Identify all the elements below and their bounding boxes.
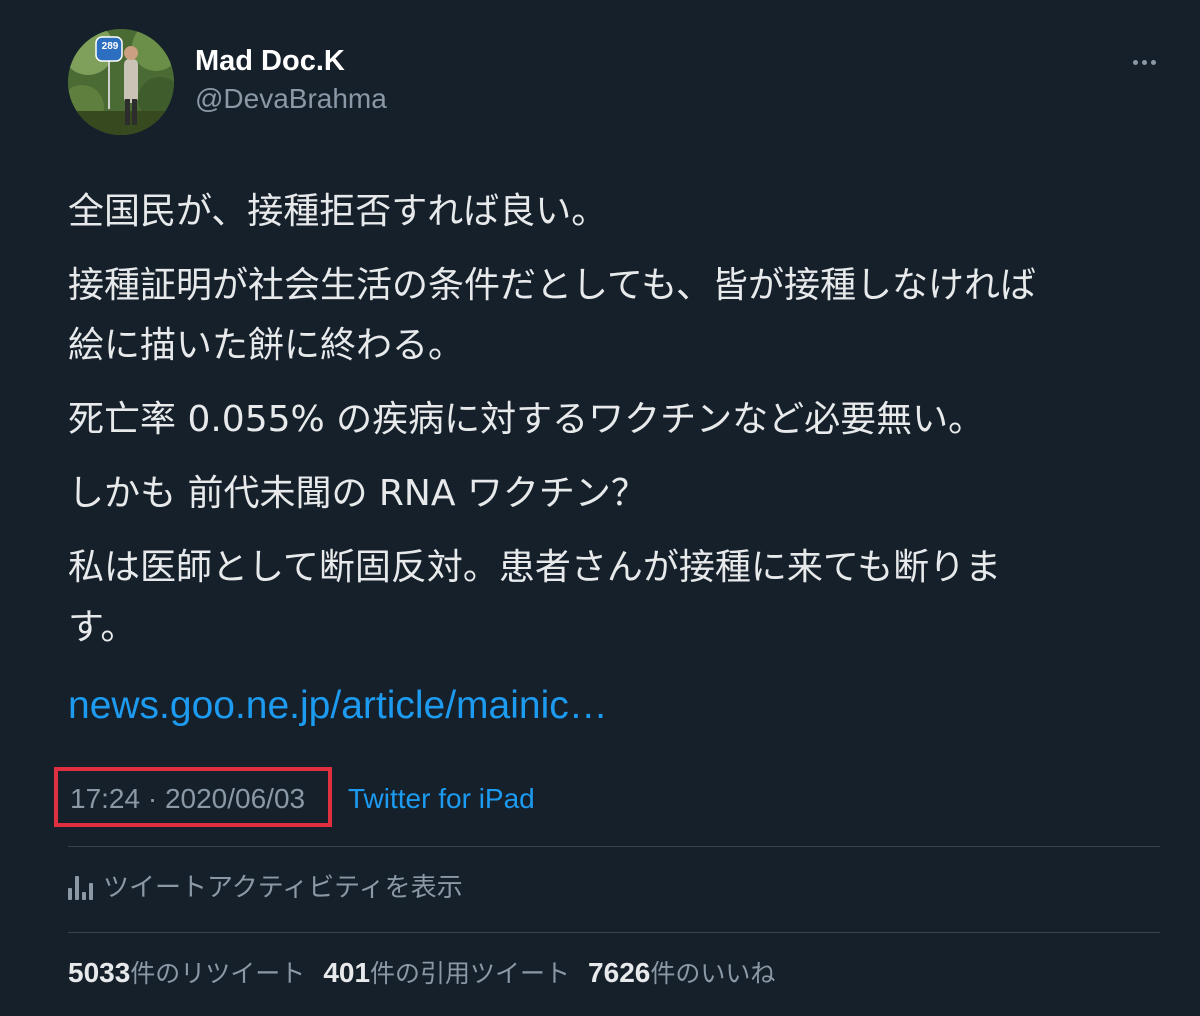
tweet-paragraph: 死亡率 0.055% の疾病に対するワクチンなど必要無い。 xyxy=(68,399,985,440)
divider xyxy=(68,846,1160,847)
quote-tweets-count: 401 xyxy=(323,957,371,988)
engagement-stats: 5033 件のリツイート 401 件の引用ツイート 7626 件のいいね xyxy=(68,954,793,990)
bar xyxy=(75,876,79,900)
more-dots-icon xyxy=(1132,59,1138,65)
article-link[interactable]: news.goo.ne.jp/article/mainic… xyxy=(68,680,608,732)
retweets-stat[interactable]: 5033 件のリツイート xyxy=(68,954,305,990)
avatar-sign-text: 289 xyxy=(101,41,119,52)
retweets-label: 件のリツイート xyxy=(130,959,306,988)
bar-chart-icon xyxy=(68,876,93,900)
likes-label: 件のいいね xyxy=(650,959,776,988)
author-display-name[interactable]: Mad Doc.K xyxy=(195,43,345,79)
more-options-button[interactable] xyxy=(1124,50,1164,74)
retweets-count: 5033 xyxy=(68,957,131,988)
author-handle[interactable]: @DevaBrahma xyxy=(195,82,387,116)
divider xyxy=(68,932,1160,933)
avatar[interactable]: 289 xyxy=(68,29,174,135)
tweet-source-link[interactable]: Twitter for iPad xyxy=(348,782,535,816)
likes-stat[interactable]: 7626 件のいいね xyxy=(588,954,775,990)
bar xyxy=(82,892,86,900)
likes-count: 7626 xyxy=(588,957,651,988)
more-dot xyxy=(1150,59,1156,65)
tweet-paragraph: 全国民が、接種拒否すれば良い。 xyxy=(68,191,608,232)
quote-tweets-stat[interactable]: 401 件の引用ツイート xyxy=(323,954,570,990)
quote-tweets-label: 件の引用ツイート xyxy=(370,959,571,988)
tweet-body: 全国民が、接種拒否すれば良い。 接種証明が社会生活の条件だとしても、皆が接種しな… xyxy=(68,182,1168,672)
tweet-timestamp[interactable]: 17:24 · 2020/06/03 xyxy=(70,782,305,816)
bar xyxy=(89,883,93,900)
more-dot xyxy=(1141,59,1147,65)
tweet-activity-label: ツイートアクティビティを表示 xyxy=(103,873,463,903)
tweet-activity-button[interactable]: ツイートアクティビティを表示 xyxy=(68,868,463,908)
tweet-paragraph: しかも 前代未聞の RNA ワクチン？ xyxy=(68,473,647,514)
tweet-paragraph: 接種証明が社会生活の条件だとしても、皆が接種しなければ 絵に描いた餅に終わる。 xyxy=(68,265,1037,366)
tweet-paragraph: 私は医師として断固反対。患者さんが接種に来ても断りま す。 xyxy=(68,547,1002,648)
bar xyxy=(68,888,72,900)
